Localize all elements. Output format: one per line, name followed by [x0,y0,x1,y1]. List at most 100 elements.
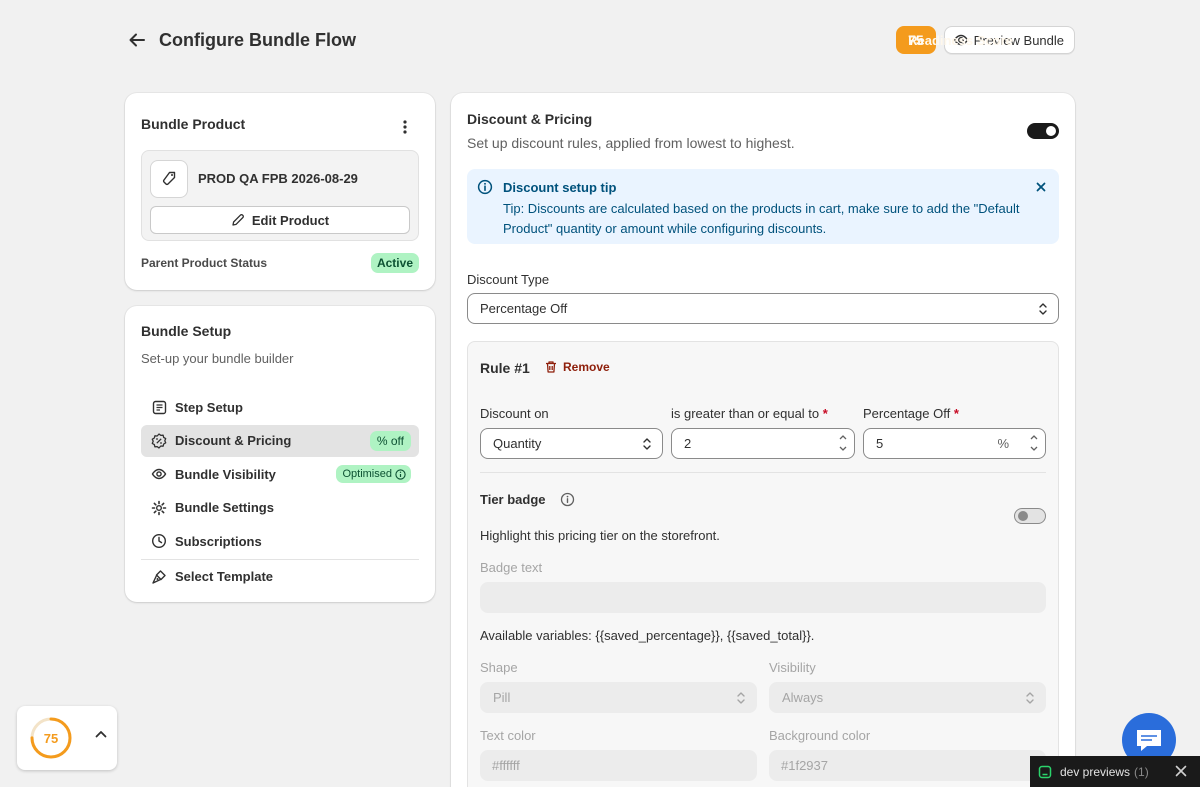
optimised-label: Optimised [342,468,392,481]
nav-divider [141,558,419,560]
percentage-off-input[interactable]: 5 % [863,428,1046,459]
tag-icon [162,171,176,186]
paint-icon [151,569,167,585]
select-chevron-icon [1026,692,1034,704]
visibility-value: Always [782,690,824,705]
shape-label: Shape [480,660,518,675]
bundle-product-title: Bundle Product [141,116,246,132]
parent-status-label: Parent Product Status [141,256,268,270]
badge-text-input[interactable] [480,582,1046,613]
edit-product-button[interactable]: Edit Product [150,206,410,234]
discount-on-select[interactable]: Quantity [480,428,663,459]
list-icon [151,399,167,415]
nav-item-bundle-visibility[interactable]: Bundle Visibility Optimised [141,458,419,490]
close-icon [1036,182,1046,192]
tier-badge-toggle[interactable] [1014,508,1046,524]
increment-icon[interactable] [838,433,848,442]
pencil-icon [232,214,244,226]
background-color-input[interactable]: #1f2937 [769,750,1046,781]
page-header: Configure Bundle Flow 75 Readiness Score… [125,24,1075,56]
nav-item-label: Subscriptions [175,533,262,549]
shape-value: Pill [493,690,511,705]
nav-item-label: Discount & Pricing [175,433,292,449]
rule-title: Rule #1 [480,360,530,376]
discount-type-value: Percentage Off [480,301,568,316]
available-variables-text: Available variables: {{saved_percentage}… [480,628,815,643]
remove-rule-button[interactable]: Remove [544,360,610,374]
discount-title: Discount & Pricing [467,111,593,127]
discount-type-label: Discount Type [467,272,550,287]
nav-item-label: Step Setup [175,399,243,415]
optimised-tag: Optimised [336,465,411,484]
condition-label: is greater than or equal to * [671,406,828,421]
readiness-ring: 75 [29,716,73,760]
product-box: PROD QA FPB 2026-08-29 Edit Product [141,150,419,241]
nav-item-label: Bundle Visibility [175,466,276,482]
discount-icon [151,432,167,449]
discount-pricing-card: Discount & Pricing Set up discount rules… [451,93,1075,787]
tier-badge-label: Tier badge [480,492,546,507]
product-thumbnail [150,160,188,198]
select-chevron-icon [1039,303,1047,315]
status-badge: Active [370,253,419,273]
condition-value: 2 [684,436,692,451]
nav-item-label: Bundle Settings [175,500,274,516]
decrement-icon[interactable] [838,444,848,453]
more-actions-button[interactable] [391,113,419,141]
eye-icon [151,466,167,482]
close-icon[interactable] [1174,764,1188,778]
dev-previews-bar[interactable]: dev previews (1) [1030,756,1200,787]
page-title: Configure Bundle Flow [159,29,356,50]
readiness-widget[interactable]: 75 [17,706,117,770]
text-color-input[interactable]: #ffffff [480,750,757,781]
stepper[interactable] [838,433,848,453]
percent-suffix: % [997,436,1009,451]
back-button[interactable] [125,28,149,52]
discount-type-select[interactable]: Percentage Off [467,293,1059,324]
percentage-off-label: Percentage Off * [863,406,959,421]
readiness-widget-value: 75 [43,730,59,746]
discount-on-label: Discount on [480,406,549,421]
required-mark: * [822,406,828,421]
bundle-setup-subtitle: Set-up your bundle builder [141,351,294,366]
dismiss-tip-button[interactable] [1033,179,1049,195]
discount-enabled-toggle[interactable] [1027,123,1059,139]
tip-body: Tip: Discounts are calculated based on t… [503,201,1020,236]
bundle-product-card: Bundle Product PROD QA FPB 2026-08-29 Ed… [125,93,435,290]
condition-value-input[interactable]: 2 [671,428,855,459]
parent-status-row: Parent Product Status Active [141,253,419,273]
nav-item-select-template[interactable]: Select Template [141,561,419,593]
increment-icon[interactable] [1029,433,1039,442]
readiness-score-button[interactable]: 75 Readiness Score [896,26,1013,54]
info-icon[interactable] [560,492,575,507]
dev-previews-count: (1) [1134,764,1149,779]
preview-icon [1038,765,1052,778]
setup-nav: Step Setup Discount & Pricing % off Bund… [141,391,419,595]
gear-icon [151,500,167,516]
info-icon [477,179,493,195]
trash-icon [546,361,556,373]
dev-previews-label: dev previews [1060,764,1131,779]
discount-on-value: Quantity [493,436,542,451]
bundle-setup-title: Bundle Setup [141,323,232,339]
select-chevron-icon [643,438,651,450]
shape-select[interactable]: Pill [480,682,757,713]
decrement-icon[interactable] [1029,444,1039,453]
nav-item-step-setup[interactable]: Step Setup [141,391,419,423]
stepper[interactable] [1029,433,1039,453]
nav-item-discount-pricing[interactable]: Discount & Pricing % off [141,424,419,457]
discount-subtitle: Set up discount rules, applied from lowe… [467,135,795,151]
tip-title: Discount setup tip [503,180,617,195]
nav-item-bundle-settings[interactable]: Bundle Settings [141,492,419,524]
readiness-score-label: Readiness Score [908,32,1013,48]
visibility-select[interactable]: Always [769,682,1046,713]
chevron-up-icon[interactable] [95,730,107,738]
percentage-value: 5 [876,436,884,451]
rule-divider [480,472,1046,473]
product-name: PROD QA FPB 2026-08-29 [198,171,358,186]
background-color-label: Background color [769,728,871,743]
discount-tip-banner: Discount setup tip Tip: Discounts are ca… [467,169,1059,244]
bundle-setup-card: Bundle Setup Set-up your bundle builder … [125,306,435,602]
required-mark: * [953,406,959,421]
nav-item-subscriptions[interactable]: Subscriptions [141,525,419,557]
